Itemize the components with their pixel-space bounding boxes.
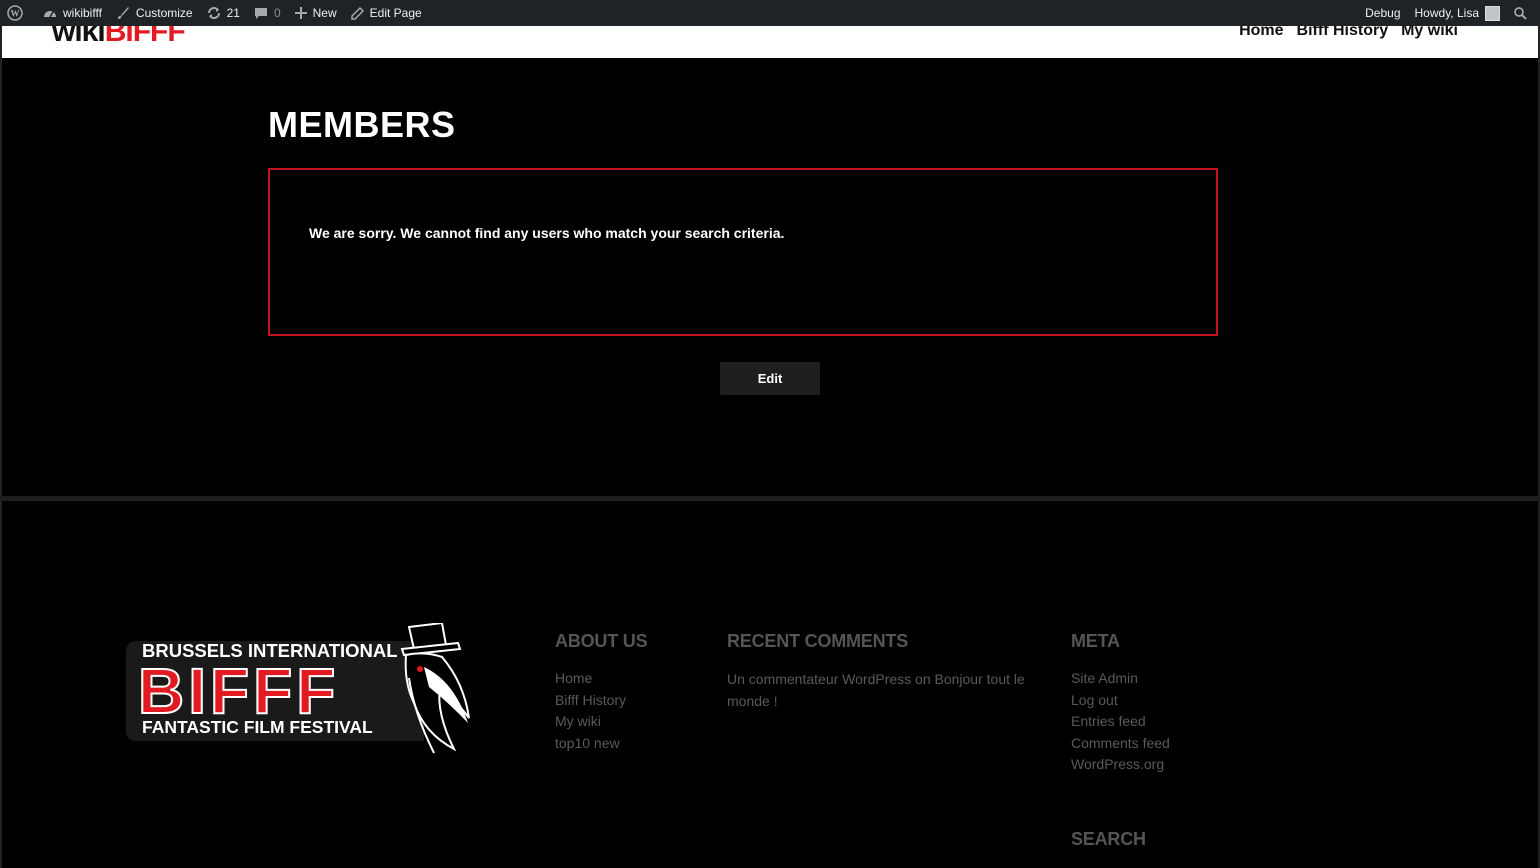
updates-icon xyxy=(207,7,220,19)
meta-link-log-out[interactable]: Log out xyxy=(1071,690,1170,712)
updates-count: 21 xyxy=(226,6,240,20)
nav-item-my-wiki[interactable]: My wiki xyxy=(1401,26,1458,42)
search-icon xyxy=(1514,6,1527,20)
recent-comments-heading: RECENT COMMENTS xyxy=(727,631,908,651)
wordpress-icon: W xyxy=(7,5,23,21)
brush-icon xyxy=(117,7,129,19)
meta-link-entries-feed[interactable]: Entries feed xyxy=(1071,711,1170,733)
new-label: New xyxy=(312,6,337,20)
page-title: MEMBERS xyxy=(268,104,456,145)
wordpress-logo-button[interactable]: W xyxy=(0,0,36,26)
meta-heading: META xyxy=(1071,631,1120,651)
edit-page-button[interactable]: Edit Page xyxy=(344,0,429,26)
comment-icon xyxy=(254,7,267,19)
about-us-list: Home Bifff History My wiki top10 new xyxy=(555,668,647,754)
updates-button[interactable]: 21 xyxy=(200,0,247,26)
nav-item-bifff-history[interactable]: Bifff History xyxy=(1297,26,1389,42)
debug-button[interactable]: Debug xyxy=(1358,0,1407,26)
svg-text:W: W xyxy=(11,9,20,19)
search-heading: SEARCH xyxy=(1071,829,1146,849)
main-navigation: Home Bifff History My wiki xyxy=(1239,26,1458,42)
customize-button[interactable]: Customize xyxy=(109,0,200,26)
site-header: wikiBIFFF Home Bifff History My wiki xyxy=(2,26,1538,58)
dashboard-icon xyxy=(44,11,56,18)
members-notice-box: We are sorry. We cannot find any users w… xyxy=(268,168,1218,336)
new-content-button[interactable]: New xyxy=(288,0,344,26)
recent-comment-item: Un commentateur WordPress on Bonjour tou… xyxy=(727,668,1037,712)
no-members-message: We are sorry. We cannot find any users w… xyxy=(309,225,785,241)
site-name: wikibifff xyxy=(63,6,102,20)
logo-line3: FANTASTIC FILM FESTIVAL xyxy=(142,717,373,737)
meta-list: Site Admin Log out Entries feed Comments… xyxy=(1071,668,1170,776)
howdy-label: Howdy, Lisa xyxy=(1414,6,1479,20)
comments-count: 0 xyxy=(273,6,281,20)
about-us-heading: ABOUT US xyxy=(555,631,648,651)
comment-on-text: on xyxy=(915,671,931,687)
meta-link-comments-feed[interactable]: Comments feed xyxy=(1071,733,1170,755)
footer-link-home[interactable]: Home xyxy=(555,668,647,690)
footer-link-bifff-history[interactable]: Bifff History xyxy=(555,690,647,712)
user-account-button[interactable]: Howdy, Lisa xyxy=(1408,0,1507,26)
main-content: MEMBERS We are sorry. We cannot find any… xyxy=(2,58,1538,496)
search-widget: SEARCH xyxy=(1071,829,1146,866)
site-logo[interactable]: wikiBIFFF xyxy=(52,26,186,52)
meta-link-site-admin[interactable]: Site Admin xyxy=(1071,668,1170,690)
comment-author-link[interactable]: Un commentateur WordPress xyxy=(727,671,911,687)
admin-search-button[interactable] xyxy=(1507,0,1540,26)
pencil-icon xyxy=(350,6,364,20)
comments-button[interactable]: 0 xyxy=(247,0,288,26)
plus-icon xyxy=(294,7,307,19)
recent-comments-widget: RECENT COMMENTS Un commentateur WordPres… xyxy=(727,631,1037,712)
avatar xyxy=(1485,5,1500,21)
site-footer: BRUSSELS INTERNATIONAL BIFFF FANTASTIC F… xyxy=(2,501,1538,868)
bifff-festival-logo[interactable]: BRUSSELS INTERNATIONAL BIFFF FANTASTIC F… xyxy=(124,623,474,758)
edit-page-label: Edit Page xyxy=(369,6,422,20)
edit-button[interactable]: Edit xyxy=(720,362,820,395)
footer-link-my-wiki[interactable]: My wiki xyxy=(555,711,647,733)
admin-bar: W wikibifff Customize 21 0 New Edit Page… xyxy=(0,0,1540,26)
footer-link-top10-new[interactable]: top10 new xyxy=(555,733,647,755)
about-us-widget: ABOUT US Home Bifff History My wiki top1… xyxy=(555,631,648,754)
site-logo-bifff: BIFFF xyxy=(104,26,186,48)
meta-widget: META Site Admin Log out Entries feed Com… xyxy=(1071,631,1170,776)
site-logo-wiki: wiki xyxy=(52,26,106,48)
site-name-button[interactable]: wikibifff xyxy=(36,0,109,26)
meta-link-wordpress-org[interactable]: WordPress.org xyxy=(1071,754,1170,776)
nav-item-home[interactable]: Home xyxy=(1239,26,1283,42)
debug-label: Debug xyxy=(1365,6,1401,20)
customize-label: Customize xyxy=(135,6,193,20)
